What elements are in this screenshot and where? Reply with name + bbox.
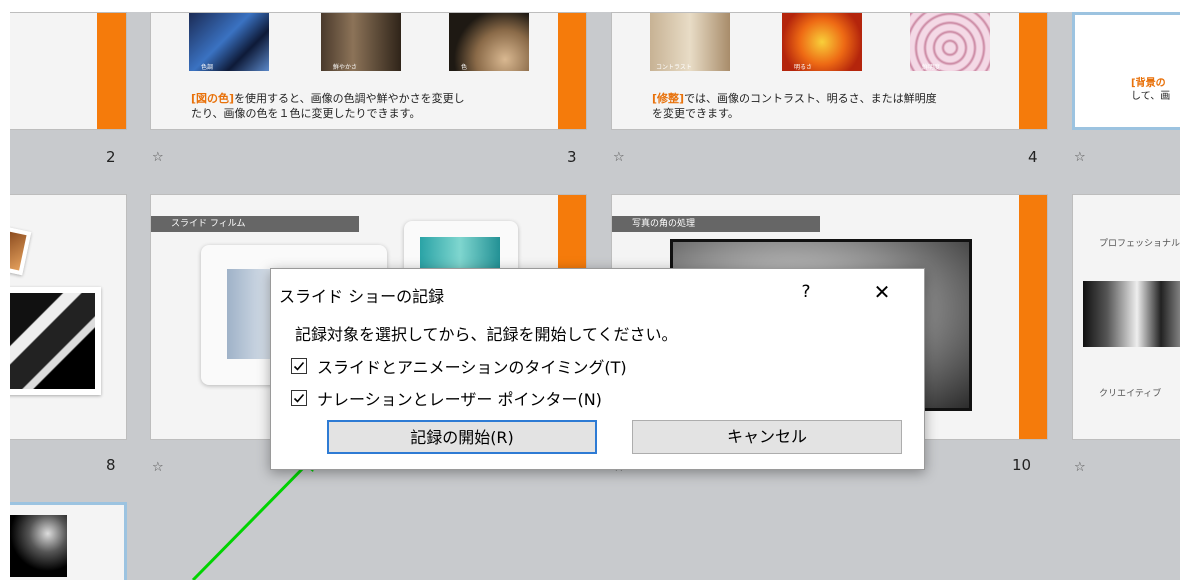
help-icon[interactable]: ? bbox=[791, 279, 821, 305]
slide-accent-bar bbox=[1019, 195, 1047, 439]
thumb-image-lens bbox=[1083, 281, 1180, 347]
slide-thumbnail-2[interactable] bbox=[10, 12, 127, 130]
record-slideshow-dialog: スライド ショーの記録 ? ✕ 記録対象を選択してから、記録を開始してください。… bbox=[270, 268, 925, 470]
slide-thumbnail-3[interactable]: 色調 鮮やかさ 色 [図の色]を使用すると、画像の色調や鮮やかさを変更し たり、… bbox=[150, 12, 587, 130]
dialog-instruction: 記録対象を選択してから、記録を開始してください。 bbox=[295, 325, 678, 344]
close-icon[interactable]: ✕ bbox=[867, 279, 897, 305]
checkmark-icon bbox=[293, 361, 305, 371]
slide-number: 4 bbox=[1028, 148, 1038, 166]
start-recording-button[interactable]: 記録の開始(R) bbox=[327, 420, 597, 454]
slide-thumbnail-14[interactable] bbox=[10, 502, 127, 580]
star-icon[interactable]: ☆ bbox=[152, 150, 164, 165]
timing-checkbox[interactable] bbox=[291, 358, 307, 374]
slide-number: 3 bbox=[567, 148, 577, 166]
narration-checkbox-row[interactable]: ナレーションとレーザー ポインター(N) bbox=[291, 387, 602, 409]
timing-checkbox-label: スライドとアニメーションのタイミング(T) bbox=[317, 358, 627, 377]
thumb-label: 鮮明度 bbox=[922, 64, 941, 71]
star-icon[interactable]: ☆ bbox=[613, 150, 625, 165]
slide-text: クリエイティブ bbox=[1099, 389, 1162, 399]
slide-title-band: スライド フィルム bbox=[151, 216, 359, 232]
slide-number: 2 bbox=[106, 148, 116, 166]
thumb-image-dark bbox=[10, 515, 67, 577]
slide-caption: [図の色]を使用すると、画像の色調や鮮やかさを変更し たり、画像の色を１色に変更… bbox=[191, 92, 465, 120]
thumb-label: 明るさ bbox=[794, 64, 813, 71]
cancel-button[interactable]: キャンセル bbox=[632, 420, 902, 454]
thumb-label: 色 bbox=[461, 64, 468, 71]
thumb-image-polaroid bbox=[10, 226, 32, 276]
slide-title-band: 写真の角の処理 bbox=[612, 216, 820, 232]
timing-checkbox-row[interactable]: スライドとアニメーションのタイミング(T) bbox=[291, 355, 627, 377]
thumb-label: 鮮やかさ bbox=[333, 64, 358, 71]
checkmark-icon bbox=[293, 393, 305, 403]
star-icon[interactable]: ☆ bbox=[1074, 460, 1086, 475]
narration-checkbox[interactable] bbox=[291, 390, 307, 406]
slide-accent-bar bbox=[97, 13, 126, 129]
slide-text: プロフェッショナル bbox=[1099, 239, 1180, 249]
slide-thumbnail-4[interactable]: コントラスト 明るさ 鮮明度 [修整]では、画像のコントラスト、明るさ、または鮮… bbox=[611, 12, 1048, 130]
star-icon[interactable]: ☆ bbox=[1074, 150, 1086, 165]
thumb-image-photo bbox=[10, 287, 101, 395]
thumb-label: 色調 bbox=[201, 64, 214, 71]
slide-caption: [修整]では、画像のコントラスト、明るさ、または鮮明度 を変更できます。 bbox=[652, 92, 937, 120]
slide-number: 10 bbox=[1012, 456, 1032, 474]
slide-number: 8 bbox=[106, 456, 116, 474]
thumb-label: コントラスト bbox=[656, 64, 692, 71]
slide-thumbnail-11[interactable]: プロフェッショナル クリエイティブ bbox=[1072, 194, 1180, 440]
dialog-title: スライド ショーの記録 bbox=[279, 287, 445, 306]
slide-caption: [背景の して、画 bbox=[1131, 78, 1171, 102]
slide-thumbnail-8[interactable] bbox=[10, 194, 127, 440]
star-icon[interactable]: ☆ bbox=[152, 460, 164, 475]
slide-thumbnail-5[interactable]: [背景の して、画 bbox=[1072, 12, 1180, 130]
narration-checkbox-label: ナレーションとレーザー ポインター(N) bbox=[317, 390, 602, 409]
